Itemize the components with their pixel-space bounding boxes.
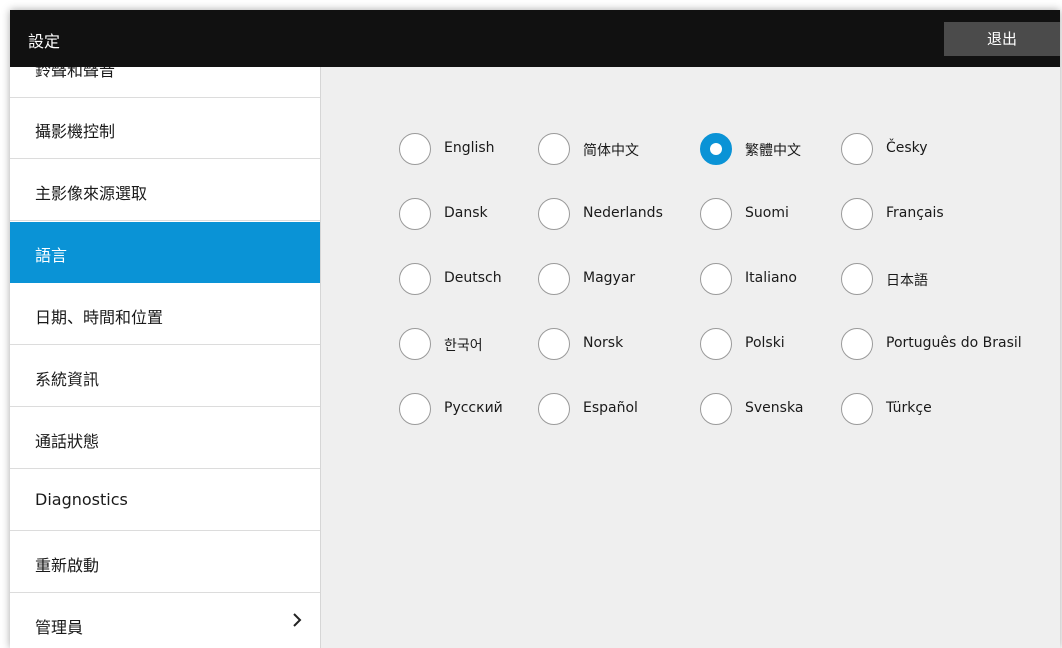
radio-button[interactable] — [700, 393, 732, 425]
language-label: 日本語 — [886, 273, 928, 289]
language-label: Magyar — [583, 270, 636, 286]
radio-button-selected[interactable] — [700, 133, 732, 165]
radio-button[interactable] — [399, 263, 431, 295]
sidebar-item-label: 管理員 — [35, 618, 84, 637]
sidebar-item-label: 系統資訊 — [35, 370, 100, 389]
top-bar: 設定 退出 — [10, 10, 1060, 67]
sidebar-item-label: 主影像來源選取 — [35, 184, 148, 203]
radio-button[interactable] — [399, 133, 431, 165]
language-label: Deutsch — [444, 270, 502, 286]
sidebar-item-date-time[interactable]: 日期、時間和位置 — [10, 284, 320, 345]
sidebar-item-system-info[interactable]: 系統資訊 — [10, 346, 320, 407]
radio-button[interactable] — [538, 328, 570, 360]
sidebar-item-label: 鈴聲和聲音 — [35, 67, 116, 80]
radio-button[interactable] — [841, 198, 873, 230]
radio-button[interactable] — [538, 198, 570, 230]
language-label: Русский — [444, 400, 503, 416]
radio-button[interactable] — [399, 198, 431, 230]
language-label: Polski — [745, 335, 785, 351]
radio-button[interactable] — [399, 328, 431, 360]
sidebar-item-administrator[interactable]: 管理員 — [10, 594, 320, 648]
language-label: Suomi — [745, 205, 789, 221]
language-label: Norsk — [583, 335, 624, 351]
language-label: 繁體中文 — [745, 143, 801, 159]
radio-button[interactable] — [841, 133, 873, 165]
radio-button[interactable] — [841, 393, 873, 425]
radio-button[interactable] — [841, 328, 873, 360]
language-label: Nederlands — [583, 205, 663, 221]
settings-sidebar: 鈴聲和聲音 攝影機控制 主影像來源選取 語言 日期、時間和位置 系統資訊 通話狀… — [10, 67, 321, 648]
sidebar-item-restart[interactable]: 重新啟動 — [10, 532, 320, 593]
sidebar-item-main-source[interactable]: 主影像來源選取 — [10, 160, 320, 221]
language-label: 简体中文 — [583, 143, 639, 159]
language-label: Español — [583, 400, 638, 416]
sidebar-item-label: 通話狀態 — [35, 432, 100, 451]
page-title: 設定 — [28, 32, 61, 51]
sidebar-item-label: 日期、時間和位置 — [35, 308, 164, 327]
language-label: Dansk — [444, 205, 488, 221]
radio-button[interactable] — [841, 263, 873, 295]
radio-button[interactable] — [700, 263, 732, 295]
radio-button[interactable] — [700, 198, 732, 230]
sidebar-item-ringtones[interactable]: 鈴聲和聲音 — [10, 67, 320, 98]
language-label: 한국어 — [444, 338, 483, 354]
sidebar-item-label: 語言 — [35, 246, 68, 265]
language-label: Français — [886, 205, 944, 221]
sidebar-item-diagnostics[interactable]: Diagnostics — [10, 470, 320, 531]
language-panel: English 简体中文 繁體中文 Česky Dansk Nederlands… — [321, 67, 1060, 648]
language-label: Italiano — [745, 270, 797, 286]
settings-window: 設定 退出 鈴聲和聲音 攝影機控制 主影像來源選取 語言 日期、時間和位置 系統… — [10, 10, 1060, 648]
language-label: Svenska — [745, 400, 804, 416]
radio-button[interactable] — [538, 133, 570, 165]
sidebar-item-label: Diagnostics — [35, 490, 128, 509]
chevron-right-icon — [293, 613, 302, 627]
sidebar-item-label: 重新啟動 — [35, 556, 100, 575]
radio-button[interactable] — [399, 393, 431, 425]
radio-button[interactable] — [538, 263, 570, 295]
sidebar-item-camera-control[interactable]: 攝影機控制 — [10, 98, 320, 159]
sidebar-item-label: 攝影機控制 — [35, 122, 116, 141]
sidebar-item-call-status[interactable]: 通話狀態 — [10, 408, 320, 469]
radio-button[interactable] — [700, 328, 732, 360]
language-label: Türkçe — [886, 400, 932, 416]
language-label: Português do Brasil — [886, 335, 1022, 351]
language-label: English — [444, 140, 495, 156]
language-label: Česky — [886, 140, 928, 156]
sidebar-item-language[interactable]: 語言 — [10, 222, 320, 283]
radio-button[interactable] — [538, 393, 570, 425]
exit-button[interactable]: 退出 — [944, 22, 1060, 56]
